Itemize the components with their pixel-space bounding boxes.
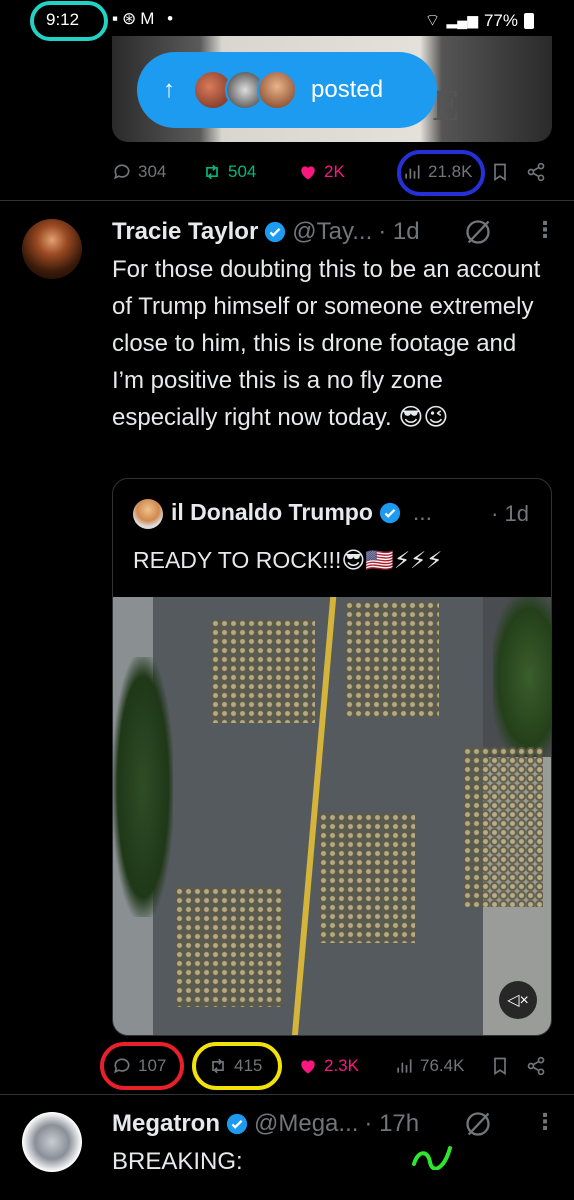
avatar <box>257 70 297 110</box>
status-time: 9:12 <box>46 10 80 29</box>
avatar[interactable] <box>22 219 82 279</box>
quote-author-name: il Donaldo Trumpo <box>171 499 373 525</box>
tweet-text: BREAKING: <box>112 1148 243 1175</box>
video-troop-formation <box>319 813 415 943</box>
posted-label: posted <box>311 76 384 103</box>
video-trees <box>113 657 173 917</box>
annotation-squiggle-green <box>412 1146 452 1170</box>
divider <box>0 1094 574 1095</box>
posted-avatars <box>193 70 297 110</box>
tweet-header: Tracie Taylor @Tay... · 1d <box>112 218 420 246</box>
like-button[interactable]: 2.3K <box>298 1056 359 1076</box>
arrow-up-icon: ↑ <box>163 76 175 103</box>
bookmark-icon[interactable] <box>490 1056 510 1076</box>
reply-count: 304 <box>138 162 167 181</box>
quote-handle-truncated: ... <box>412 499 433 525</box>
author-name[interactable]: Tracie Taylor <box>112 218 258 246</box>
reply-button[interactable]: 304 <box>112 162 166 182</box>
views-count: 76.4K <box>420 1056 465 1075</box>
avatar[interactable] <box>22 1112 82 1172</box>
video-troop-formation <box>211 619 315 723</box>
wifi-icon: ⌔ <box>424 11 441 30</box>
status-right: ⌔ ▂▄▆ 77% <box>425 10 534 31</box>
heart-icon <box>301 1060 315 1074</box>
author-handle[interactable]: @Mega... <box>254 1110 358 1138</box>
mute-icon[interactable]: ◁× <box>499 981 537 1019</box>
tweet-text: For those doubting this to be an account… <box>112 256 541 431</box>
avatar <box>133 499 163 529</box>
verified-badge-icon <box>226 1113 248 1135</box>
bookmark-icon[interactable] <box>490 162 510 182</box>
reply-icon <box>114 164 130 180</box>
repost-count: 504 <box>228 162 257 181</box>
tweet-time[interactable]: · 1d <box>378 218 419 246</box>
more-options-icon[interactable]: ⋮ <box>534 1111 556 1133</box>
quote-header: il Donaldo Trumpo ... <box>171 499 432 526</box>
tweet-header: Megatron @Mega... · 17h <box>112 1110 419 1138</box>
new-posts-pill[interactable]: ↑ posted <box>137 52 437 128</box>
grok-icon[interactable] <box>464 218 492 246</box>
video-troop-formation <box>175 887 283 1007</box>
like-count: 2K <box>324 162 345 181</box>
video-trees <box>493 597 551 757</box>
like-count: 2.3K <box>324 1056 359 1075</box>
notification-icons: ▪⊛M • <box>112 9 178 28</box>
signal-icon: ▂▄▆ <box>446 12 478 28</box>
tweet-time[interactable]: · 17h <box>364 1110 419 1138</box>
quote-time: · 1d <box>491 501 529 526</box>
top-post-actions: 304 504 2K 21.8K <box>112 154 552 190</box>
repost-button[interactable]: 504 <box>202 162 256 182</box>
video-troop-formation <box>463 747 543 907</box>
like-button[interactable]: 2K <box>298 162 345 182</box>
quoted-tweet[interactable]: il Donaldo Trumpo ... · 1d READY TO ROCK… <box>112 478 552 1036</box>
status-bar: 9:12 ▪⊛M • ⌔ ▂▄▆ 77% <box>0 0 574 41</box>
views-button[interactable]: 76.4K <box>394 1056 464 1076</box>
author-handle[interactable]: @Tay... <box>292 218 372 246</box>
annotation-circle-yellow <box>192 1042 282 1090</box>
more-options-icon[interactable]: ⋮ <box>534 219 556 241</box>
battery-icon <box>524 12 534 29</box>
author-name[interactable]: Megatron <box>112 1110 220 1138</box>
quote-text: READY TO ROCK!!!😎🇺🇸⚡⚡⚡ <box>133 547 443 573</box>
battery-percent: 77% <box>483 10 518 30</box>
verified-badge-icon <box>379 502 400 523</box>
grok-icon[interactable] <box>464 1110 492 1138</box>
repost-icon <box>206 164 218 180</box>
heart-icon <box>301 166 315 180</box>
annotation-circle-blue <box>397 150 485 196</box>
quote-video[interactable]: ◁× <box>113 597 551 1035</box>
share-icon[interactable] <box>526 1056 546 1076</box>
divider <box>0 200 574 201</box>
annotation-circle-red <box>100 1042 184 1090</box>
verified-badge-icon <box>265 221 286 243</box>
share-icon[interactable] <box>526 162 546 182</box>
views-icon <box>397 1059 412 1073</box>
video-troop-formation <box>345 601 439 717</box>
